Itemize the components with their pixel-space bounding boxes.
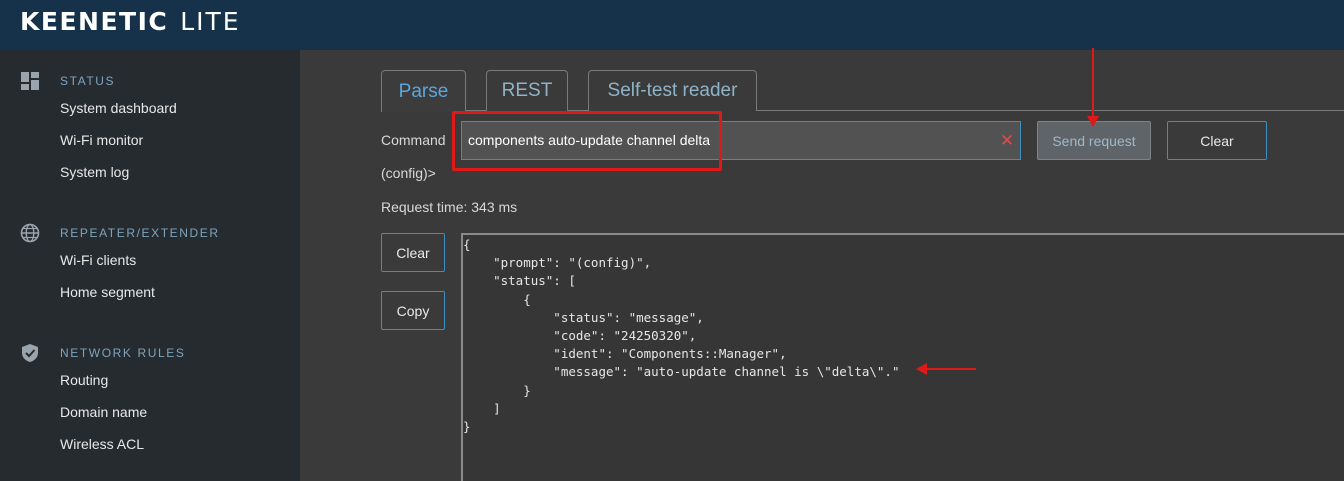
sidebar-section-title: STATUS [60, 74, 116, 88]
sidebar: STATUS System dashboard Wi-Fi monitor Sy… [0, 50, 300, 481]
brand-name: KEENETIC [20, 7, 169, 36]
clear-input-icon[interactable]: ✕ [999, 130, 1015, 152]
command-prompt: (config)> [381, 165, 436, 181]
top-bar: KEENETIC LITE [0, 0, 1344, 50]
sidebar-item-domain-name[interactable]: Domain name [60, 404, 147, 420]
sidebar-section-title: NETWORK RULES [60, 346, 186, 360]
response-json-text: { "prompt": "(config)", "status": [ { "s… [463, 237, 900, 435]
tab-self-test-reader[interactable]: Self-test reader [588, 70, 757, 111]
sidebar-item-home-segment[interactable]: Home segment [60, 284, 155, 300]
sidebar-item-routing[interactable]: Routing [60, 372, 108, 388]
brand-logo: KEENETIC LITE [20, 7, 241, 36]
sidebar-item-wireless-acl[interactable]: Wireless ACL [60, 436, 144, 452]
command-label: Command [381, 132, 446, 148]
clear-output-button[interactable]: Clear [381, 233, 445, 272]
sidebar-section-title: REPEATER/EXTENDER [60, 226, 220, 240]
globe-icon [20, 223, 40, 243]
dashboard-icon [21, 72, 39, 90]
sidebar-item-wifi-monitor[interactable]: Wi-Fi monitor [60, 132, 143, 148]
highlight-box [452, 111, 722, 171]
clear-command-button[interactable]: Clear [1167, 121, 1267, 160]
tab-rest[interactable]: REST [486, 70, 568, 111]
request-time: Request time: 343 ms [381, 199, 518, 215]
annotation-arrow-left [926, 368, 976, 370]
annotation-arrow-down [1092, 48, 1094, 118]
copy-output-button[interactable]: Copy [381, 291, 445, 330]
brand-model: LITE [180, 7, 241, 36]
shield-check-icon [22, 344, 38, 362]
sidebar-item-system-dashboard[interactable]: System dashboard [60, 100, 177, 116]
sidebar-item-wifi-clients[interactable]: Wi-Fi clients [60, 252, 136, 268]
tab-parse[interactable]: Parse [381, 70, 466, 112]
annotation-arrow-left-head [916, 363, 927, 375]
sidebar-item-system-log[interactable]: System log [60, 164, 129, 180]
annotation-arrow-down-head [1087, 116, 1099, 127]
response-output[interactable]: { "prompt": "(config)", "status": [ { "s… [461, 233, 1344, 481]
